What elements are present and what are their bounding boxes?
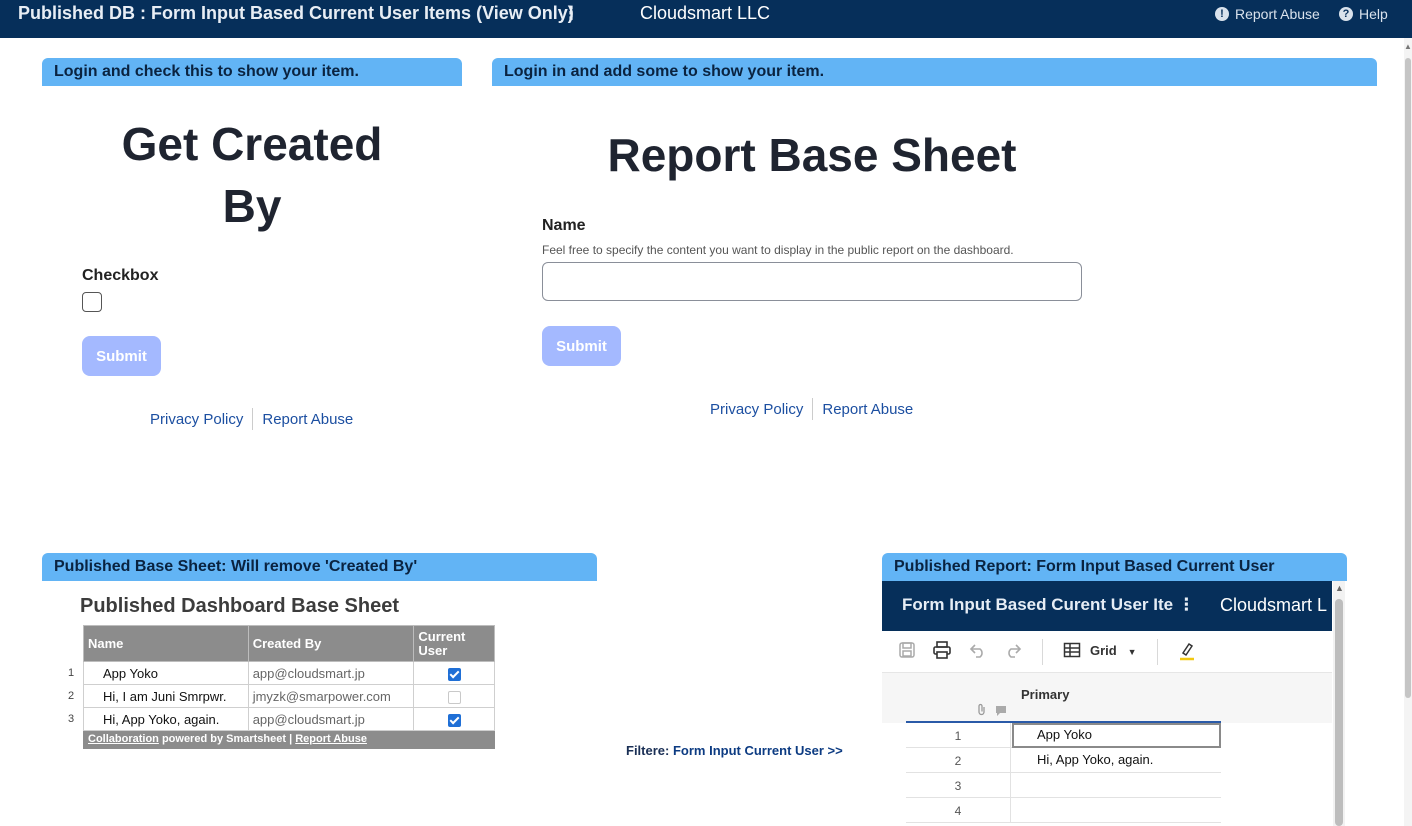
embedded-report: Form Input Based Curent User Ite ⋮ Cloud…	[882, 581, 1332, 826]
cell-created-by: jmyzk@smarpower.com	[247, 684, 415, 708]
scroll-up-icon[interactable]: ▲	[1404, 42, 1412, 51]
column-header-current-user: Current User	[413, 625, 495, 662]
embed-toolbar: Grid ▼	[882, 631, 1332, 673]
list-item[interactable]: 3	[906, 773, 1221, 798]
row-number: 2	[68, 690, 75, 702]
list-item[interactable]: 1 App Yoko	[906, 723, 1221, 748]
embed-scrollbar[interactable]: ▲	[1333, 581, 1345, 826]
cell-name: Hi, I am Juni Smrpwr.	[83, 684, 249, 708]
left-widget-header: Login and check this to show your item.	[42, 58, 462, 86]
attachment-icon	[976, 703, 987, 721]
right-submit-button[interactable]: Submit	[542, 326, 621, 366]
primary-cell[interactable]	[1012, 798, 1221, 823]
report-abuse-label: Report Abuse	[1235, 6, 1320, 22]
highlight-icon[interactable]	[1178, 641, 1196, 666]
embed-scrollbar-thumb[interactable]	[1335, 599, 1343, 826]
embed-org-name: Cloudsmart L	[1220, 595, 1328, 615]
embed-report-title: Form Input Based Curent User Ite ⋮	[902, 595, 1195, 614]
toolbar-divider	[1042, 639, 1043, 665]
org-name: Cloudsmart LLC	[640, 3, 771, 23]
left-footer-links: Privacy Policy Report Abuse	[150, 408, 353, 430]
embed-menu-icon[interactable]: ⋮	[1178, 595, 1195, 614]
question-icon: ?	[1339, 7, 1353, 21]
link-divider	[252, 408, 254, 430]
primary-cell-selected[interactable]: App Yoko	[1012, 723, 1221, 748]
help-link[interactable]: ? Help	[1339, 6, 1388, 22]
report-abuse-link[interactable]: Report Abuse	[822, 401, 913, 418]
powered-by-text: powered by Smartsheet |	[158, 733, 296, 745]
redo-icon[interactable]	[1004, 641, 1022, 664]
row-number: 4	[906, 798, 1011, 823]
toolbar-divider	[1157, 639, 1158, 665]
row-number: 1	[906, 723, 1011, 748]
cell-current-user	[413, 661, 495, 685]
collaboration-link[interactable]: Collaboration	[88, 733, 159, 745]
privacy-policy-link[interactable]: Privacy Policy	[150, 411, 243, 428]
cell-created-by: app@cloudsmart.jp	[247, 661, 415, 685]
scroll-up-icon[interactable]: ▲	[1335, 583, 1344, 593]
comment-icon	[995, 704, 1007, 722]
caret-down-icon: ▼	[1127, 647, 1137, 657]
base-sheet-grid: Name Created By Current User App Yoko ap…	[83, 625, 495, 731]
unchecked-checkbox-icon	[447, 690, 461, 704]
cell-created-by: app@cloudsmart.jp	[247, 707, 415, 731]
right-footer-links: Privacy Policy Report Abuse	[710, 398, 913, 420]
base-sheet-widget-header: Published Base Sheet: Will remove 'Creat…	[42, 553, 597, 581]
primary-cell[interactable]	[1012, 773, 1221, 798]
exclamation-icon: !	[1215, 7, 1229, 21]
name-help-text: Feel free to specify the content you wan…	[542, 243, 1014, 257]
list-item[interactable]: 4	[906, 798, 1221, 823]
primary-cell[interactable]: Hi, App Yoko, again.	[1012, 748, 1221, 773]
grid-footer: Collaboration powered by Smartsheet | Re…	[83, 731, 495, 749]
top-bar: Published DB : Form Input Based Current …	[0, 0, 1412, 38]
row-number: 1	[68, 667, 75, 679]
right-form-title: Report Base Sheet	[607, 129, 1017, 181]
footer-report-abuse-link[interactable]: Report Abuse	[295, 733, 367, 745]
report-abuse-link[interactable]: Report Abuse	[262, 411, 353, 428]
row-number: 3	[906, 773, 1011, 798]
view-selector[interactable]: Grid ▼	[1090, 643, 1137, 658]
checked-checkbox-icon	[447, 667, 461, 681]
row-number: 3	[68, 713, 75, 725]
left-submit-button[interactable]: Submit	[82, 336, 161, 376]
right-widget-header: Login in and add some to show your item.	[492, 58, 1377, 86]
dashboard-title: Published DB : Form Input Based Current …	[18, 3, 574, 23]
table-row[interactable]: App Yoko app@cloudsmart.jp	[83, 661, 495, 685]
checked-checkbox-icon	[447, 713, 461, 727]
embed-column-header-row: Primary	[882, 673, 1332, 723]
save-icon[interactable]	[898, 641, 916, 664]
report-abuse-link[interactable]: ! Report Abuse	[1215, 6, 1320, 22]
undo-icon[interactable]	[969, 641, 987, 664]
cell-name: Hi, App Yoko, again.	[83, 707, 249, 731]
base-sheet-title: Published Dashboard Base Sheet	[80, 595, 399, 617]
table-row[interactable]: Hi, I am Juni Smrpwr. jmyzk@smarpower.co…	[83, 684, 495, 708]
filter-link[interactable]: Form Input Current User >>	[673, 743, 843, 758]
print-icon[interactable]	[932, 641, 952, 664]
page-scrollbar[interactable]: ▲	[1404, 38, 1412, 826]
page-scrollbar-thumb[interactable]	[1405, 58, 1411, 698]
list-item[interactable]: 2 Hi, App Yoko, again.	[906, 748, 1221, 773]
cell-current-user	[413, 707, 495, 731]
row-number: 2	[906, 748, 1011, 773]
column-header-created-by: Created By	[247, 625, 415, 662]
table-row[interactable]: Hi, App Yoko, again. app@cloudsmart.jp	[83, 707, 495, 731]
left-form-title: Get Created By	[121, 118, 383, 232]
primary-column-header[interactable]: Primary	[1021, 687, 1069, 702]
form-checkbox[interactable]	[82, 292, 102, 312]
report-widget-header: Published Report: Form Input Based Curre…	[882, 553, 1347, 581]
privacy-policy-link[interactable]: Privacy Policy	[710, 401, 803, 418]
embed-header: Form Input Based Curent User Ite ⋮ Cloud…	[882, 581, 1332, 631]
cell-name: App Yoko	[83, 661, 249, 685]
link-divider	[812, 398, 814, 420]
help-label: Help	[1359, 6, 1388, 22]
name-input[interactable]	[542, 262, 1082, 301]
dashboard-menu-icon[interactable]: ⋮	[562, 3, 580, 24]
checkbox-label: Checkbox	[82, 267, 159, 284]
name-label: Name	[542, 217, 586, 234]
column-header-name: Name	[83, 625, 249, 662]
grid-view-icon[interactable]	[1063, 641, 1081, 664]
filter-caption: Filtere: Form Input Current User >>	[626, 743, 843, 758]
cell-current-user	[413, 684, 495, 708]
filter-label: Filtere:	[626, 743, 673, 758]
